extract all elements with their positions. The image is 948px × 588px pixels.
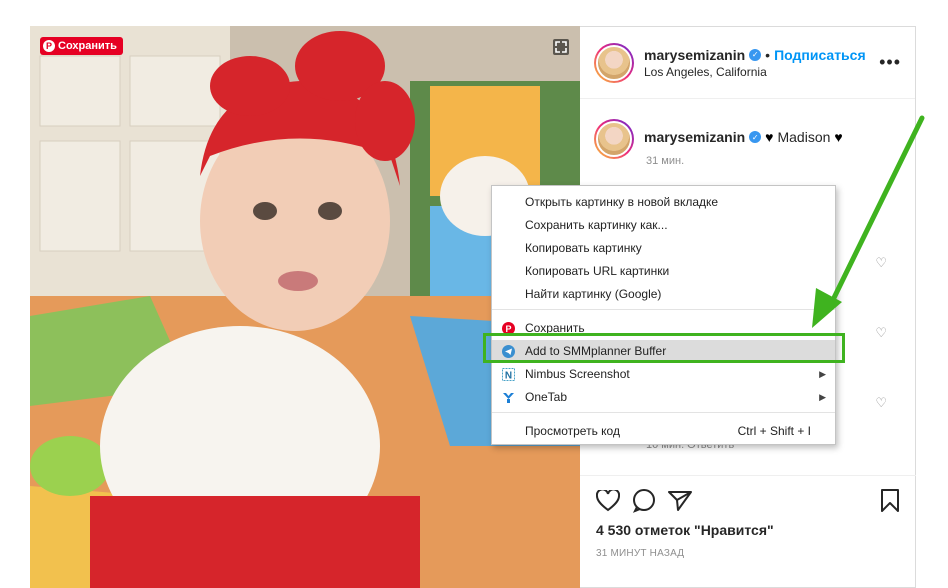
likes-count[interactable]: 4 530 отметок "Нравится"	[596, 522, 900, 538]
onetab-icon	[501, 390, 515, 404]
menu-item-copy-image-url[interactable]: Копировать URL картинки	[492, 260, 835, 282]
location-link[interactable]: Los Angeles, California	[644, 65, 879, 79]
nimbus-icon: N	[501, 367, 515, 381]
svg-text:N: N	[504, 370, 511, 381]
verified-badge-icon: ✓	[749, 131, 762, 143]
post-timestamp: 31 МИНУТ НАЗАД	[596, 548, 685, 559]
inspect-shortcut: Ctrl + Shift + I	[737, 424, 811, 438]
submenu-arrow-icon: ▶	[819, 391, 826, 402]
caption-avatar[interactable]	[594, 119, 634, 159]
avatar-image	[596, 44, 632, 81]
menu-item-onetab[interactable]: OneTab ▶	[492, 386, 835, 408]
svg-text:P: P	[505, 324, 511, 334]
expand-icon[interactable]	[552, 38, 570, 56]
menu-separator	[492, 412, 835, 413]
caption-time: 31 мин.	[646, 155, 685, 167]
menu-item-copy-image[interactable]: Копировать картинку	[492, 237, 835, 259]
like-heart-icon[interactable]	[596, 490, 620, 512]
avatar[interactable]	[594, 42, 634, 83]
post-header: marysemizanin ✓ • Подписаться Los Angele…	[580, 27, 915, 99]
submenu-arrow-icon: ▶	[819, 368, 826, 379]
menu-separator	[492, 309, 835, 310]
menu-item-save-image-as[interactable]: Сохранить картинку как...	[492, 214, 835, 236]
annotation-arrow-icon	[812, 115, 925, 328]
comment-like-icon[interactable]: ♡	[875, 395, 887, 411]
post-actions: 4 530 отметок "Нравится" 31 МИНУТ НАЗАД	[580, 475, 916, 559]
pinterest-save-label: Сохранить	[58, 40, 117, 52]
context-menu: Открыть картинку в новой вкладке Сохрани…	[491, 185, 836, 445]
caption-username-link[interactable]: marysemizanin	[644, 129, 745, 145]
hearts-emoji-icon: ♥︎	[765, 129, 774, 145]
menu-item-inspect[interactable]: Просмотреть код Ctrl + Shift + I	[492, 420, 835, 442]
share-icon[interactable]	[668, 490, 692, 512]
follow-button[interactable]: Подписаться	[774, 47, 866, 63]
pinterest-save-button[interactable]: P Сохранить	[40, 37, 123, 55]
screenshot: P Сохранить marysemizanin ✓ • Подписатьс…	[0, 0, 948, 588]
username-link[interactable]: marysemizanin	[644, 47, 745, 63]
pinterest-icon: P	[43, 40, 55, 52]
annotation-highlight-box	[483, 333, 845, 363]
verified-badge-icon: ✓	[749, 48, 762, 61]
separator-dot: •	[765, 46, 771, 63]
post-author-info: marysemizanin ✓ • Подписаться Los Angele…	[644, 47, 879, 79]
menu-item-nimbus-screenshot[interactable]: N Nimbus Screenshot ▶	[492, 363, 835, 385]
comment-icon[interactable]	[632, 489, 656, 513]
bookmark-icon[interactable]	[880, 489, 900, 513]
more-options-icon[interactable]: •••	[879, 52, 901, 73]
menu-item-search-image-google[interactable]: Найти картинку (Google)	[492, 283, 835, 305]
menu-item-open-image-new-tab[interactable]: Открыть картинку в новой вкладке	[492, 191, 835, 213]
